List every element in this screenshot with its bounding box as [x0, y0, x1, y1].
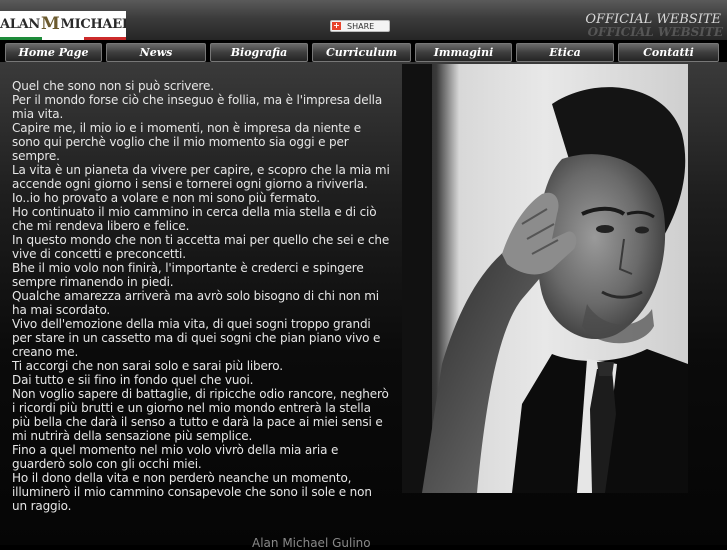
flag-green: [0, 37, 42, 40]
nav-home-page[interactable]: Home Page: [5, 43, 102, 62]
share-plus-icon: +: [332, 21, 341, 30]
poem-line: Ho il dono della vita e non perderò nean…: [12, 471, 372, 513]
poem-line: Vivo dell'emozione della mia vita, di qu…: [12, 317, 381, 359]
portrait-photo: [402, 64, 688, 493]
poem-line: Per il mondo forse ciò che inseguo è fol…: [12, 93, 383, 121]
flag-white: [42, 37, 84, 40]
logo-text-right: MICHAEL: [60, 17, 126, 32]
nav-news[interactable]: News: [106, 43, 206, 62]
italian-flag-stripe: [0, 37, 126, 40]
nav-immagini[interactable]: Immagini: [415, 43, 512, 62]
share-button[interactable]: + SHARE: [330, 20, 390, 32]
nav-biografia[interactable]: Biografia: [210, 43, 308, 62]
nav-etica[interactable]: Etica: [516, 43, 614, 62]
poem-line: Bhe il mio volo non finirà, l'importante…: [12, 261, 364, 289]
poem-signature: Alan Michael Gulino: [252, 536, 371, 550]
poem-line: Dai tutto e sii fino in fondo quel che v…: [12, 373, 254, 387]
site-header: ALANMMICHAEL + SHARE OFFICIAL WEBSITE OF…: [0, 0, 727, 40]
site-logo[interactable]: ALANMMICHAEL: [0, 11, 126, 40]
poem-line: Quel che sono non si può scrivere.: [12, 79, 214, 93]
nav-curriculum[interactable]: Curriculum: [312, 43, 411, 62]
logo-text-left: ALAN: [0, 17, 40, 32]
poem-line: Ti accorgi che non sarai solo e sarai pi…: [12, 359, 283, 373]
main-navigation: Home Page News Biografia Curriculum Imma…: [0, 43, 727, 62]
poem-line: Capire me, il mio io e i momenti, non è …: [12, 121, 361, 163]
logo-monogram: M: [41, 14, 60, 34]
poem-text: Quel che sono non si può scrivere. Per i…: [12, 79, 390, 513]
poem-line: Ho continuato il mio cammino in cerca de…: [12, 205, 377, 233]
poem-line: In questo mondo che non ti accetta mai p…: [12, 233, 390, 261]
nav-contatti[interactable]: Contatti: [618, 43, 719, 62]
poem-line: Fino a quel momento nel mio volo vivrò d…: [12, 443, 339, 471]
flag-red: [84, 37, 126, 40]
poem-line: Io..io ho provato a volare e non mi sono…: [12, 191, 320, 205]
poem-line: Qualche amarezza arriverà ma avrò solo b…: [12, 289, 379, 317]
official-website-title-shadow: OFFICIAL WEBSITE: [587, 25, 723, 39]
poem-line: La vita è un pianeta da vivere per capir…: [12, 163, 390, 191]
portrait-illustration: [402, 64, 688, 493]
share-label: SHARE: [347, 22, 375, 31]
poem-line: Non voglio sapere di battaglie, di ripic…: [12, 387, 389, 443]
